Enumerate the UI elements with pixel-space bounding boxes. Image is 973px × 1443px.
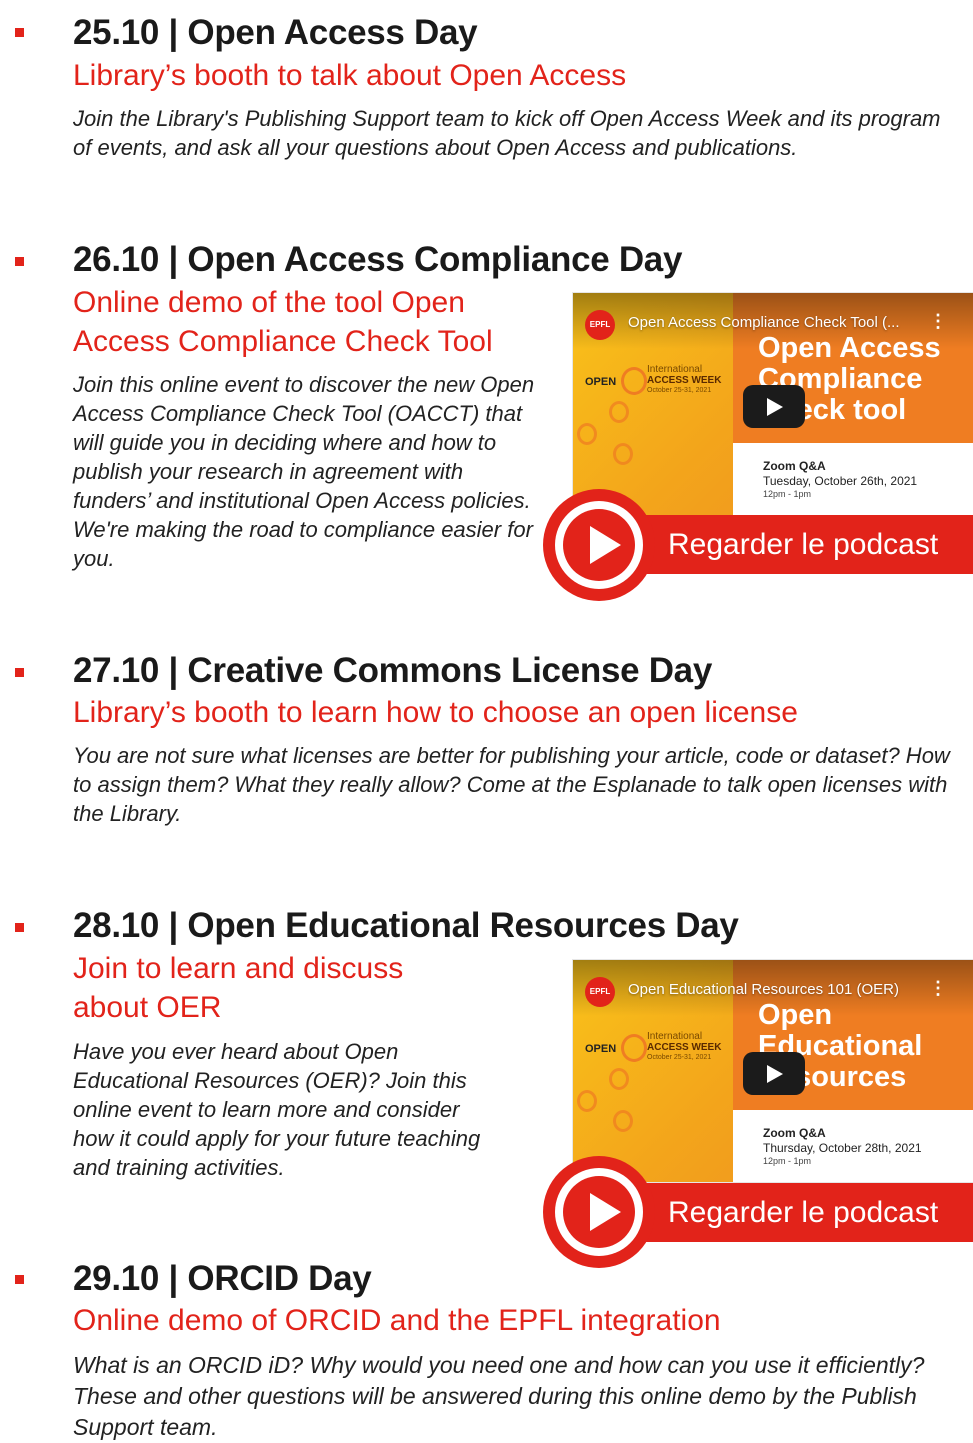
video-title[interactable]: Open Access Compliance Check Tool (... [628, 313, 928, 333]
oa-dates-text: October 25-31, 2021 [647, 1054, 712, 1061]
more-options-icon[interactable]: ⋮ [929, 978, 947, 998]
play-icon[interactable] [743, 385, 805, 428]
oa-international-text: International [647, 1031, 703, 1042]
video-date: Thursday, October 28th, 2021 [763, 1141, 922, 1155]
event-heading: 28.10 | Open Educational Resources Day [73, 906, 739, 945]
event-subtitle: Online demo of ORCID and the EPFL integr… [73, 1304, 721, 1337]
bullet-icon [15, 1275, 24, 1284]
event-subtitle: Online demo of the tool Open Access Comp… [73, 286, 493, 358]
bullet-icon [15, 923, 24, 932]
open-access-lock-icon [609, 1068, 629, 1090]
bullet-icon [15, 28, 24, 37]
event-description: You are not sure what licenses are bette… [73, 743, 950, 826]
oa-access-week-text: ACCESS WEEK [647, 1042, 722, 1053]
video-thumbnail[interactable]: EPFL Open Educational Resources 101 (OER… [573, 960, 973, 1182]
video-thumbnail[interactable]: EPFL Open Access Compliance Check Tool (… [573, 293, 973, 515]
oa-international-text: International [647, 364, 703, 375]
open-access-lock-icon [577, 1090, 597, 1112]
oa-open-text: OPEN [585, 1043, 617, 1055]
oa-dates-text: October 25-31, 2021 [647, 387, 712, 394]
event-subtitle: Library’s booth to learn how to choose a… [73, 696, 798, 729]
podcast-play-icon[interactable] [543, 489, 655, 601]
event-description: What is an ORCID iD? Why would you need … [73, 1352, 925, 1440]
watch-podcast-label: Regarder le podcast [668, 528, 939, 561]
video-time: 12pm - 1pm [763, 1156, 812, 1166]
event-heading: 25.10 | Open Access Day [73, 13, 478, 52]
oa-access-week-text: ACCESS WEEK [647, 375, 722, 386]
epfl-channel-avatar[interactable]: EPFL [585, 977, 615, 1007]
open-access-week-logo: OPEN International ACCESS WEEK October 2… [585, 361, 735, 401]
watch-podcast-label: Regarder le podcast [668, 1196, 939, 1229]
event-heading: 27.10 | Creative Commons License Day [73, 651, 713, 690]
video-date: Tuesday, October 26th, 2021 [763, 474, 918, 488]
event-subtitle: Join to learn and discuss about OER [73, 952, 404, 1024]
event-description: Have you ever heard about Open Education… [73, 1039, 481, 1180]
open-access-lock-icon [609, 401, 629, 423]
event-description: Join this online event to discover the n… [73, 372, 535, 571]
open-lock-icon [621, 1034, 647, 1062]
video-time: 12pm - 1pm [763, 489, 812, 499]
event-heading: 29.10 | ORCID Day [73, 1259, 372, 1298]
bullet-icon [15, 668, 24, 677]
event-heading: 26.10 | Open Access Compliance Day [73, 240, 683, 279]
open-lock-icon [621, 367, 647, 395]
more-options-icon[interactable]: ⋮ [929, 311, 947, 331]
event-subtitle: Library’s booth to talk about Open Acces… [73, 59, 627, 92]
video-zoom-label: Zoom Q&A [763, 1126, 826, 1140]
epfl-channel-avatar[interactable]: EPFL [585, 310, 615, 340]
open-access-lock-icon [613, 443, 633, 465]
video-zoom-label: Zoom Q&A [763, 459, 826, 473]
open-access-lock-icon [613, 1110, 633, 1132]
open-access-lock-icon [577, 423, 597, 445]
open-access-week-logo: OPEN International ACCESS WEEK October 2… [585, 1028, 735, 1068]
play-icon[interactable] [743, 1052, 805, 1095]
video-title[interactable]: Open Educational Resources 101 (OER) [628, 980, 928, 1000]
oa-open-text: OPEN [585, 376, 617, 388]
bullet-icon [15, 257, 24, 266]
event-description: Join the Library's Publishing Support te… [73, 106, 941, 160]
podcast-play-icon[interactable] [543, 1156, 655, 1268]
